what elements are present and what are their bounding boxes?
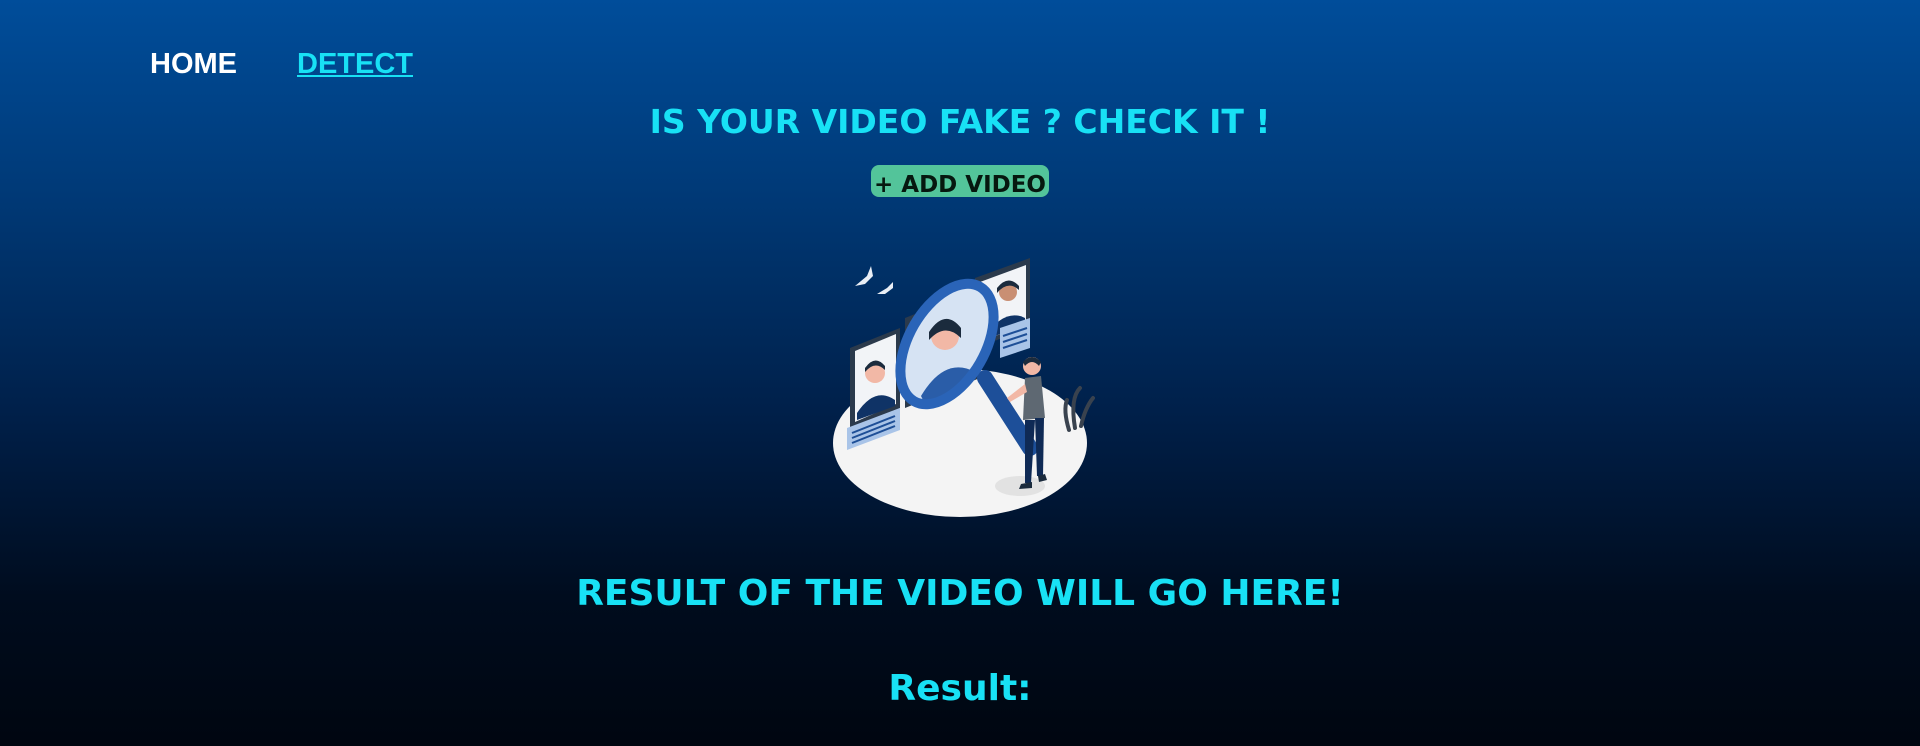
page-headline: IS YOUR VIDEO FAKE ? CHECK IT ! (649, 102, 1271, 141)
add-video-label: + ADD VIDEO (874, 171, 1046, 197)
result-heading: RESULT OF THE VIDEO WILL GO HERE! (576, 573, 1344, 614)
birds-icon (855, 266, 893, 294)
face-inspection-illustration (833, 258, 1095, 517)
nav-home-link[interactable]: HOME (150, 48, 237, 81)
left-portrait-monitor (847, 328, 900, 450)
nav-detect-link[interactable]: DETECT (297, 48, 413, 81)
add-video-button[interactable]: + ADD VIDEO (871, 165, 1049, 197)
result-label: Result: (888, 668, 1032, 709)
top-nav: HOME DETECT (150, 48, 413, 81)
